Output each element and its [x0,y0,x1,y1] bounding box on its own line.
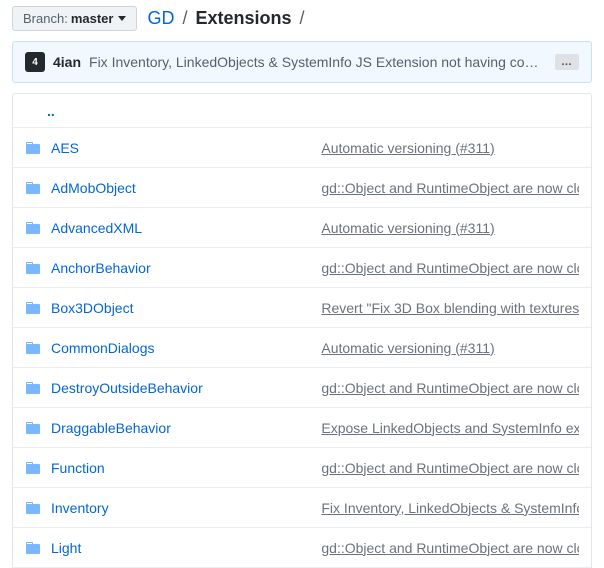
folder-icon [25,540,41,556]
folder-link[interactable]: AdMobObject [51,180,311,196]
commit-author-link[interactable]: 4ian [53,54,81,70]
latest-commit-box: 4 4ian Fix Inventory, LinkedObjects & Sy… [12,41,592,83]
commit-message-link[interactable]: gd::Object and RuntimeObject are now clo [321,460,579,476]
avatar[interactable]: 4 [25,52,45,72]
table-row: AdvancedXML Automatic versioning (#311) [13,208,591,248]
parent-dir-link[interactable]: .. [25,103,55,119]
folder-link[interactable]: Inventory [51,500,311,516]
commit-message-link[interactable]: gd::Object and RuntimeObject are now clo [321,260,579,276]
table-row: Inventory Fix Inventory, LinkedObjects & … [13,488,591,528]
branch-label: Branch: [23,11,68,26]
folder-icon [25,460,41,476]
folder-icon [25,220,41,236]
file-list: .. AES Automatic versioning (#311) AdMobOb… [12,93,592,568]
table-row: CommonDialogs Automatic versioning (#311) [13,328,591,368]
breadcrumb-sep-trailing: / [300,8,305,28]
folder-icon [25,500,41,516]
breadcrumb: GD / Extensions / [147,8,307,29]
folder-link[interactable]: DestroyOutsideBehavior [51,380,311,396]
folder-link[interactable]: AdvancedXML [51,220,311,236]
expand-commit-button[interactable]: … [555,54,579,70]
table-row: Box3DObject Revert "Fix 3D Box blending w… [13,288,591,328]
breadcrumb-sep: / [182,8,187,28]
commit-message-link[interactable]: Revert "Fix 3D Box blending with texture… [321,300,579,316]
table-row: AnchorBehavior gd::Object and RuntimeObje… [13,248,591,288]
table-row: DestroyOutsideBehavior gd::Object and Run… [13,368,591,408]
caret-down-icon [118,16,126,21]
folder-icon [25,420,41,436]
folder-icon [25,300,41,316]
folder-link[interactable]: AES [51,140,311,156]
folder-icon [25,180,41,196]
commit-message-link[interactable]: Automatic versioning (#311) [321,140,579,156]
folder-link[interactable]: DraggableBehavior [51,420,311,436]
commit-message-link[interactable]: Automatic versioning (#311) [321,220,579,236]
folder-icon [25,340,41,356]
folder-link[interactable]: Function [51,460,311,476]
folder-link[interactable]: CommonDialogs [51,340,311,356]
table-row: Function gd::Object and RuntimeObject are… [13,448,591,488]
branch-select-button[interactable]: Branch: master [12,6,137,31]
table-row: Light gd::Object and RuntimeObject are no… [13,528,591,568]
commit-message-link[interactable]: Fix Inventory, LinkedObjects & SystemInf… [321,500,579,516]
breadcrumb-current: Extensions [196,8,292,28]
commit-message-link[interactable]: gd::Object and RuntimeObject are now clo [321,380,579,396]
table-row: AES Automatic versioning (#311) [13,128,591,168]
folder-icon [25,260,41,276]
table-row: AdMobObject gd::Object and RuntimeObject … [13,168,591,208]
folder-icon [25,380,41,396]
table-row: DraggableBehavior Expose LinkedObjects an… [13,408,591,448]
parent-dir-row[interactable]: .. [13,94,591,128]
commit-message-link[interactable]: Automatic versioning (#311) [321,340,579,356]
folder-link[interactable]: AnchorBehavior [51,260,311,276]
folder-link[interactable]: Box3DObject [51,300,311,316]
commit-message-link[interactable]: gd::Object and RuntimeObject are now clo [321,540,579,556]
branch-name: master [71,11,114,26]
commit-message-link[interactable]: gd::Object and RuntimeObject are now clo [321,180,579,196]
commit-message-link[interactable]: Expose LinkedObjects and SystemInfo ext [321,420,579,436]
folder-link[interactable]: Light [51,540,311,556]
breadcrumb-root-link[interactable]: GD [147,8,174,28]
commit-message-link[interactable]: Fix Inventory, LinkedObjects & SystemInf… [89,54,547,70]
folder-icon [25,140,41,156]
